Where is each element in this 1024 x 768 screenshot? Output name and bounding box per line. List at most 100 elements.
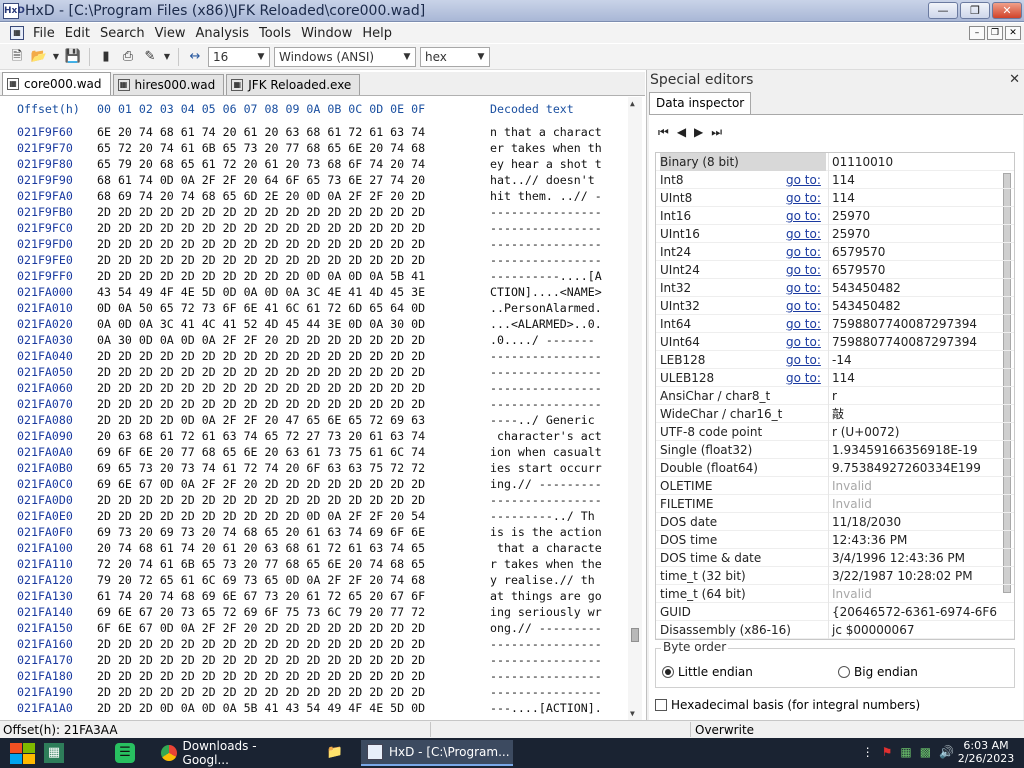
hex-row[interactable]: 021F9FE0 2D 2D 2D 2D 2D 2D 2D 2D 2D 2D 2D… bbox=[0, 252, 630, 268]
inspector-row[interactable]: Int64 go to: 7598807740087297394 bbox=[656, 315, 1014, 333]
inspector-row[interactable]: UInt8 go to: 114 bbox=[656, 189, 1014, 207]
inspector-row[interactable]: UInt24 go to: 6579570 bbox=[656, 261, 1014, 279]
hex-row[interactable]: 021FA050 2D 2D 2D 2D 2D 2D 2D 2D 2D 2D 2D… bbox=[0, 364, 630, 380]
mdi-close-button[interactable]: ✕ bbox=[1005, 26, 1021, 40]
row-bytes[interactable]: 2D 2D 2D 2D 2D 2D 2D 2D 2D 2D 2D 2D 2D 2… bbox=[97, 364, 425, 380]
scroll-up-icon[interactable]: ▲ bbox=[630, 99, 635, 108]
inspector-row[interactable]: time_t (64 bit) Invalid bbox=[656, 585, 1014, 603]
file-explorer-icon[interactable]: 📁 bbox=[325, 743, 345, 763]
row-decoded-text[interactable]: n that a charact bbox=[490, 124, 602, 140]
hex-row[interactable]: 021FA040 2D 2D 2D 2D 2D 2D 2D 2D 2D 2D 2D… bbox=[0, 348, 630, 364]
row-decoded-text[interactable]: that a characte bbox=[490, 540, 602, 556]
hex-row[interactable]: 021FA170 2D 2D 2D 2D 2D 2D 2D 2D 2D 2D 2D… bbox=[0, 652, 630, 668]
inspector-row[interactable]: Int32 go to: 543450482 bbox=[656, 279, 1014, 297]
row-bytes[interactable]: 2D 2D 2D 0D 0A 0D 0A 5B 41 43 54 49 4F 4… bbox=[97, 700, 425, 716]
row-decoded-text[interactable]: hat..// doesn't bbox=[490, 172, 602, 188]
row-bytes[interactable]: 69 65 73 20 73 74 61 72 74 20 6F 63 63 7… bbox=[97, 460, 425, 476]
row-decoded-text[interactable]: ing.// --------- bbox=[490, 476, 602, 492]
hex-row[interactable]: 021FA1A0 2D 2D 2D 0D 0A 0D 0A 5B 41 43 54… bbox=[0, 700, 630, 716]
row-decoded-text[interactable]: ---------------- bbox=[490, 396, 602, 412]
more-icon[interactable]: ⋮ bbox=[862, 745, 874, 759]
inspector-value[interactable]: 6579570 bbox=[828, 243, 998, 261]
hex-row[interactable]: 021FA080 2D 2D 2D 2D 0D 0A 2F 2F 20 47 65… bbox=[0, 412, 630, 428]
row-decoded-text[interactable]: character's act bbox=[490, 428, 602, 444]
network-icon[interactable]: ▩ bbox=[920, 745, 931, 759]
inspector-value[interactable]: 7598807740087297394 bbox=[828, 315, 998, 333]
document-icon[interactable]: ▦ bbox=[10, 26, 24, 40]
goto-link[interactable]: go to: bbox=[786, 189, 821, 207]
goto-link[interactable]: go to: bbox=[786, 351, 821, 369]
row-bytes[interactable]: 68 69 74 20 74 68 65 6D 2E 20 0D 0A 2F 2… bbox=[97, 188, 425, 204]
row-decoded-text[interactable]: ---------------- bbox=[490, 252, 602, 268]
hex-row[interactable]: 021FA030 0A 30 0D 0A 0D 0A 2F 2F 20 2D 2D… bbox=[0, 332, 630, 348]
print-icon[interactable]: ⎙ bbox=[119, 48, 137, 66]
first-icon[interactable]: ⏮ bbox=[658, 125, 669, 140]
inspector-row[interactable]: UInt32 go to: 543450482 bbox=[656, 297, 1014, 315]
row-bytes[interactable]: 43 54 49 4F 4E 5D 0D 0A 0D 0A 3C 4E 41 4… bbox=[97, 284, 425, 300]
inspector-row[interactable]: Int24 go to: 6579570 bbox=[656, 243, 1014, 261]
row-decoded-text[interactable]: CTION]....<NAME> bbox=[490, 284, 602, 300]
inspector-row[interactable]: time_t (32 bit) 3/22/1987 10:28:02 PM bbox=[656, 567, 1014, 585]
hex-row[interactable]: 021F9FB0 2D 2D 2D 2D 2D 2D 2D 2D 2D 2D 2D… bbox=[0, 204, 630, 220]
row-bytes[interactable]: 65 72 20 74 61 6B 65 73 20 77 68 65 6E 2… bbox=[97, 140, 425, 156]
volume-icon[interactable]: 🔊 bbox=[939, 745, 954, 759]
inspector-value[interactable]: {20646572-6361-6974-6F6E- bbox=[828, 603, 998, 621]
edit-mode-status[interactable]: Overwrite bbox=[695, 723, 754, 737]
hex-row[interactable]: 021FA0D0 2D 2D 2D 2D 2D 2D 2D 2D 2D 2D 2D… bbox=[0, 492, 630, 508]
close-panel-icon[interactable]: ✕ bbox=[1009, 72, 1020, 87]
inspector-value[interactable]: 1.93459166356918E-19 bbox=[828, 441, 998, 459]
export-icon[interactable]: ✎ bbox=[141, 48, 159, 66]
row-decoded-text[interactable]: hit them. ..// - bbox=[490, 188, 602, 204]
inspector-value[interactable]: 114 bbox=[828, 189, 998, 207]
row-bytes[interactable]: 20 74 68 61 74 20 61 20 63 68 61 72 61 6… bbox=[97, 540, 425, 556]
inspector-row[interactable]: UTF-8 code point r (U+0072) bbox=[656, 423, 1014, 441]
charset-select[interactable]: Windows (ANSI) ▼ bbox=[274, 46, 416, 67]
inspector-value[interactable]: 543450482 bbox=[828, 297, 998, 315]
previous-icon[interactable]: ◀ bbox=[677, 125, 686, 140]
next-icon[interactable]: ▶ bbox=[694, 125, 703, 140]
inspector-value[interactable]: 9.75384927260334E199 bbox=[828, 459, 998, 477]
inspector-value[interactable]: 114 bbox=[828, 171, 998, 189]
menu-view[interactable]: View bbox=[152, 26, 193, 41]
row-bytes[interactable]: 2D 2D 2D 2D 2D 2D 2D 2D 2D 2D 2D 2D 2D 2… bbox=[97, 684, 425, 700]
tab-hires000[interactable]: ▦ hires000.wad bbox=[112, 74, 225, 95]
row-bytes[interactable]: 68 61 74 0D 0A 2F 2F 20 64 6F 65 73 6E 2… bbox=[97, 172, 425, 188]
inspector-value[interactable]: 01110010 bbox=[828, 153, 998, 171]
inspector-row[interactable]: UInt16 go to: 25970 bbox=[656, 225, 1014, 243]
inspector-row[interactable]: DOS time & date 3/4/1996 12:43:36 PM bbox=[656, 549, 1014, 567]
inspector-value[interactable]: r (U+0072) bbox=[828, 423, 998, 441]
row-decoded-text[interactable]: ---------------- bbox=[490, 636, 602, 652]
row-bytes[interactable]: 72 20 74 61 6B 65 73 20 77 68 65 6E 20 7… bbox=[97, 556, 425, 572]
inspector-value[interactable]: Invalid bbox=[828, 495, 998, 513]
row-bytes[interactable]: 2D 2D 2D 2D 2D 2D 2D 2D 2D 2D 2D 2D 2D 2… bbox=[97, 252, 425, 268]
inspector-row[interactable]: Disassembly (x86-16) jc $00000067 bbox=[656, 621, 1014, 639]
goto-link[interactable]: go to: bbox=[786, 207, 821, 225]
hex-row[interactable]: 021FA180 2D 2D 2D 2D 2D 2D 2D 2D 2D 2D 2D… bbox=[0, 668, 630, 684]
row-decoded-text[interactable]: ---------------- bbox=[490, 364, 602, 380]
maximize-button[interactable]: ❐ bbox=[960, 2, 990, 19]
inspector-value[interactable]: 11/18/2030 bbox=[828, 513, 998, 531]
inspector-row[interactable]: Int8 go to: 114 bbox=[656, 171, 1014, 189]
hex-row[interactable]: 021FA0A0 69 6F 6E 20 77 68 65 6E 20 63 61… bbox=[0, 444, 630, 460]
hex-row[interactable]: 021FA090 20 63 68 61 72 61 63 74 65 72 27… bbox=[0, 428, 630, 444]
inspector-value[interactable]: -14 bbox=[828, 351, 998, 369]
row-decoded-text[interactable]: at things are go bbox=[490, 588, 602, 604]
row-decoded-text[interactable]: ---------------- bbox=[490, 380, 602, 396]
minimize-button[interactable]: — bbox=[928, 2, 958, 19]
menu-tools[interactable]: Tools bbox=[256, 26, 298, 41]
hex-rows[interactable]: 021F9F60 6E 20 74 68 61 74 20 61 20 63 68… bbox=[0, 124, 630, 716]
row-bytes[interactable]: 2D 2D 2D 2D 2D 2D 2D 2D 2D 2D 2D 2D 2D 2… bbox=[97, 668, 425, 684]
inspector-value[interactable]: r bbox=[828, 387, 998, 405]
hex-scrollbar[interactable]: ▲ ▼ bbox=[628, 97, 642, 720]
row-decoded-text[interactable]: .0..../ ------- bbox=[490, 332, 595, 348]
goto-link[interactable]: go to: bbox=[786, 171, 821, 189]
hex-row[interactable]: 021FA060 2D 2D 2D 2D 2D 2D 2D 2D 2D 2D 2D… bbox=[0, 380, 630, 396]
menu-edit[interactable]: Edit bbox=[62, 26, 97, 41]
row-decoded-text[interactable]: ...<ALARMED>..0. bbox=[490, 316, 602, 332]
row-bytes[interactable]: 0D 0A 50 65 72 73 6F 6E 41 6C 61 72 6D 6… bbox=[97, 300, 425, 316]
row-decoded-text[interactable]: ---------------- bbox=[490, 220, 602, 236]
inspector-value[interactable]: jc $00000067 bbox=[828, 621, 998, 639]
hex-row[interactable]: 021FA020 0A 0D 0A 3C 41 4C 41 52 4D 45 44… bbox=[0, 316, 630, 332]
row-bytes[interactable]: 69 6E 67 20 73 65 72 69 6F 75 73 6C 79 2… bbox=[97, 604, 425, 620]
close-window-button[interactable]: ✕ bbox=[992, 2, 1022, 19]
